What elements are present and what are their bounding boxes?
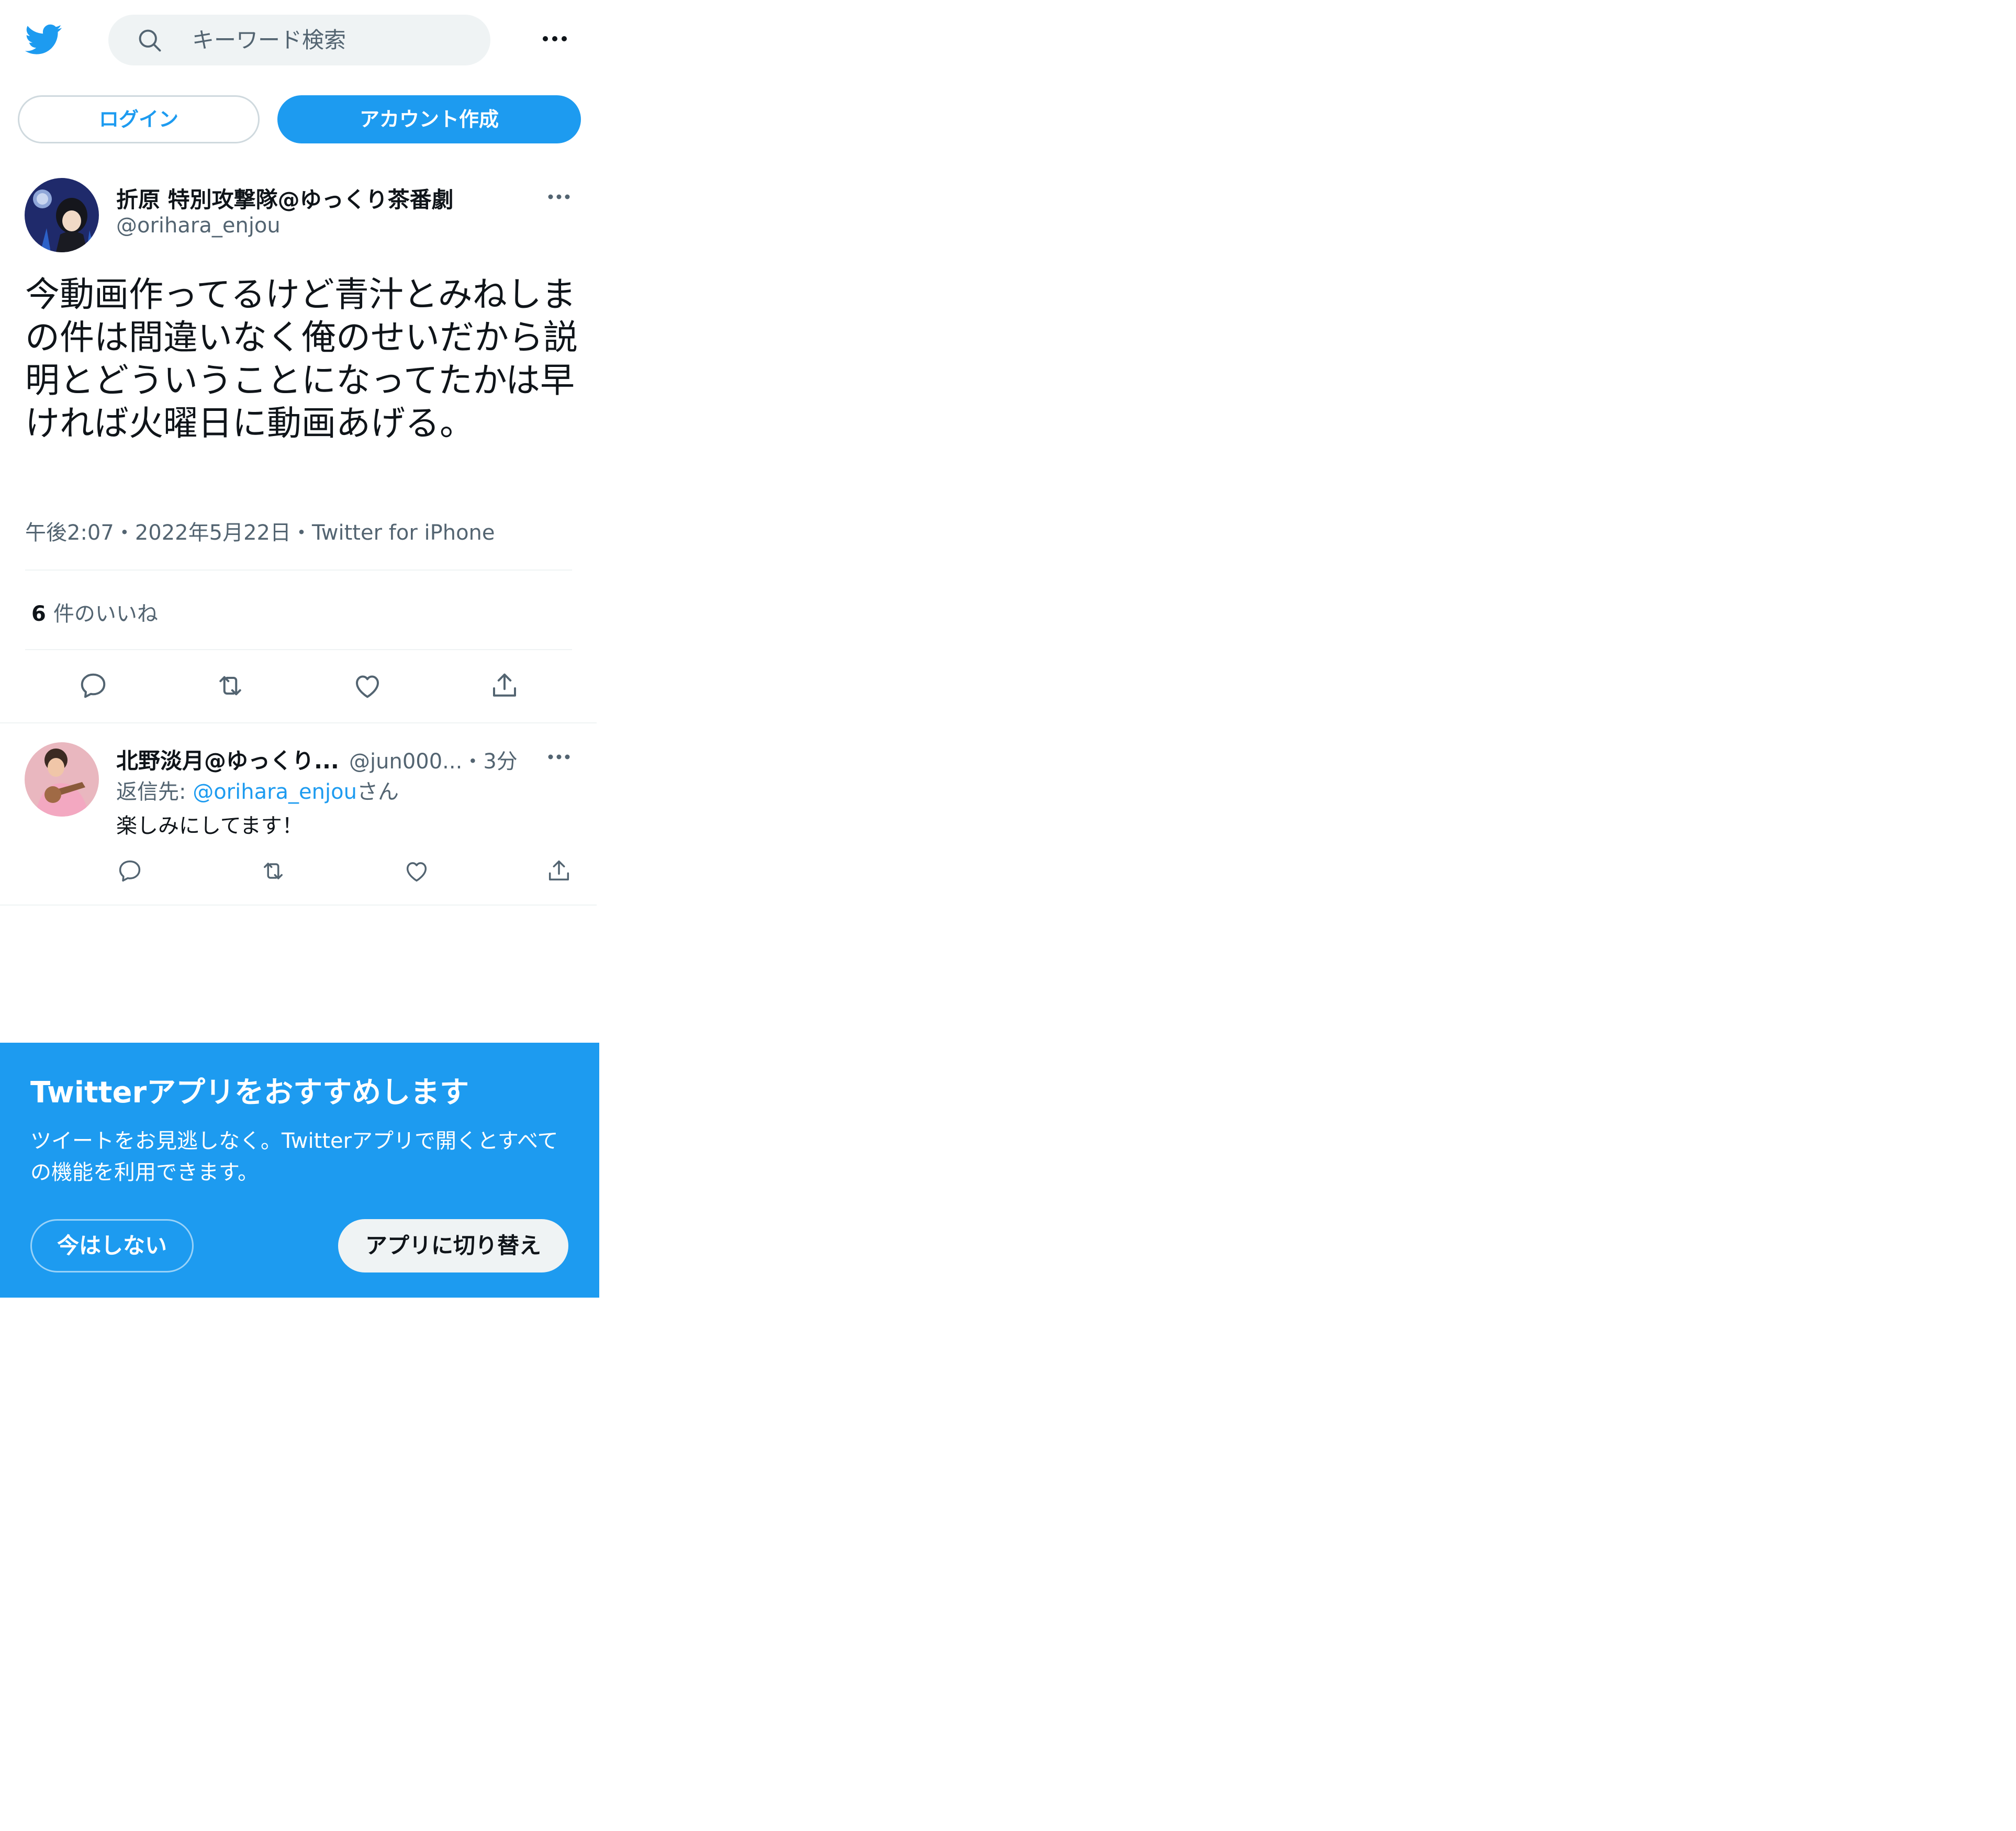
tweet-time[interactable]: 午後2:07 (25, 521, 114, 545)
reply-to-prefix: 返信先: (116, 780, 193, 804)
not-now-button[interactable]: 今はしない (30, 1219, 194, 1272)
banner-description: ツイートをお見逃しなく。Twitterアプリで開くとすべての機能を利用できます。 (30, 1129, 558, 1185)
reply-to-mention[interactable]: @orihara_enjou (193, 780, 357, 804)
likes-label: 件のいいね (53, 602, 158, 626)
banner-title: Twitterアプリをおすすめします (30, 1076, 469, 1110)
share-icon[interactable] (545, 857, 573, 885)
reply-avatar[interactable] (25, 742, 99, 817)
login-button[interactable]: ログイン (18, 95, 260, 143)
reply-text: 楽しみにしてます！ (116, 814, 303, 838)
retweet-icon[interactable] (215, 670, 246, 701)
app-promo-banner: Twitterアプリをおすすめします ツイートをお見逃しなく。Twitterアプ… (0, 1043, 599, 1298)
meta-separator: ・ (290, 521, 312, 545)
like-icon[interactable] (403, 857, 430, 885)
tweet-meta: 午後2:07・2022年5月22日・Twitter for iPhone (25, 516, 495, 546)
search-input[interactable] (192, 15, 475, 65)
reply-to-suffix: さん (356, 780, 399, 804)
search-box[interactable] (108, 15, 490, 65)
divider (25, 649, 572, 650)
author-handle[interactable]: @orihara_enjou (116, 214, 281, 238)
reply-to: 返信先: @orihara_enjouさん (116, 775, 399, 805)
search-icon (136, 27, 163, 54)
divider (25, 570, 572, 571)
reply-icon[interactable] (77, 670, 109, 701)
tweet-text: 今動画作ってるけど青汁とみねしまの件は間違いなく俺のせいだから説明とどういうこと… (25, 274, 578, 443)
tweet-date[interactable]: 2022年5月22日 (135, 521, 291, 545)
tweet-source[interactable]: Twitter for iPhone (312, 521, 495, 545)
divider (0, 905, 597, 906)
top-bar (0, 0, 599, 81)
retweet-icon[interactable] (260, 857, 287, 885)
tweet-more-icon[interactable] (544, 186, 574, 207)
meta-separator: ・ (114, 521, 135, 545)
likes-number: 6 (31, 602, 46, 626)
more-icon[interactable] (539, 27, 570, 50)
meta-separator: ・ (462, 750, 484, 774)
likes-count[interactable]: 6 件のいいね (31, 597, 158, 627)
twitter-logo-icon[interactable] (25, 21, 63, 58)
share-icon[interactable] (489, 670, 520, 701)
author-name[interactable]: 折原 特別攻撃隊@ゆっくり茶番劇 (116, 182, 454, 214)
reply-icon[interactable] (116, 857, 143, 885)
reply-more-icon[interactable] (544, 746, 574, 767)
signup-button[interactable]: アカウント作成 (277, 95, 581, 143)
avatar[interactable] (25, 178, 99, 252)
reply-author-name[interactable]: 北野淡月@ゆっくり... (116, 743, 339, 775)
switch-to-app-button[interactable]: アプリに切り替え (338, 1219, 568, 1272)
reply-author-handle[interactable]: @jun000...・3分 (349, 744, 518, 775)
reply-handle-text: @jun000... (349, 750, 463, 774)
reply-time[interactable]: 3分 (483, 750, 517, 774)
like-icon[interactable] (352, 670, 383, 701)
divider (0, 722, 597, 723)
